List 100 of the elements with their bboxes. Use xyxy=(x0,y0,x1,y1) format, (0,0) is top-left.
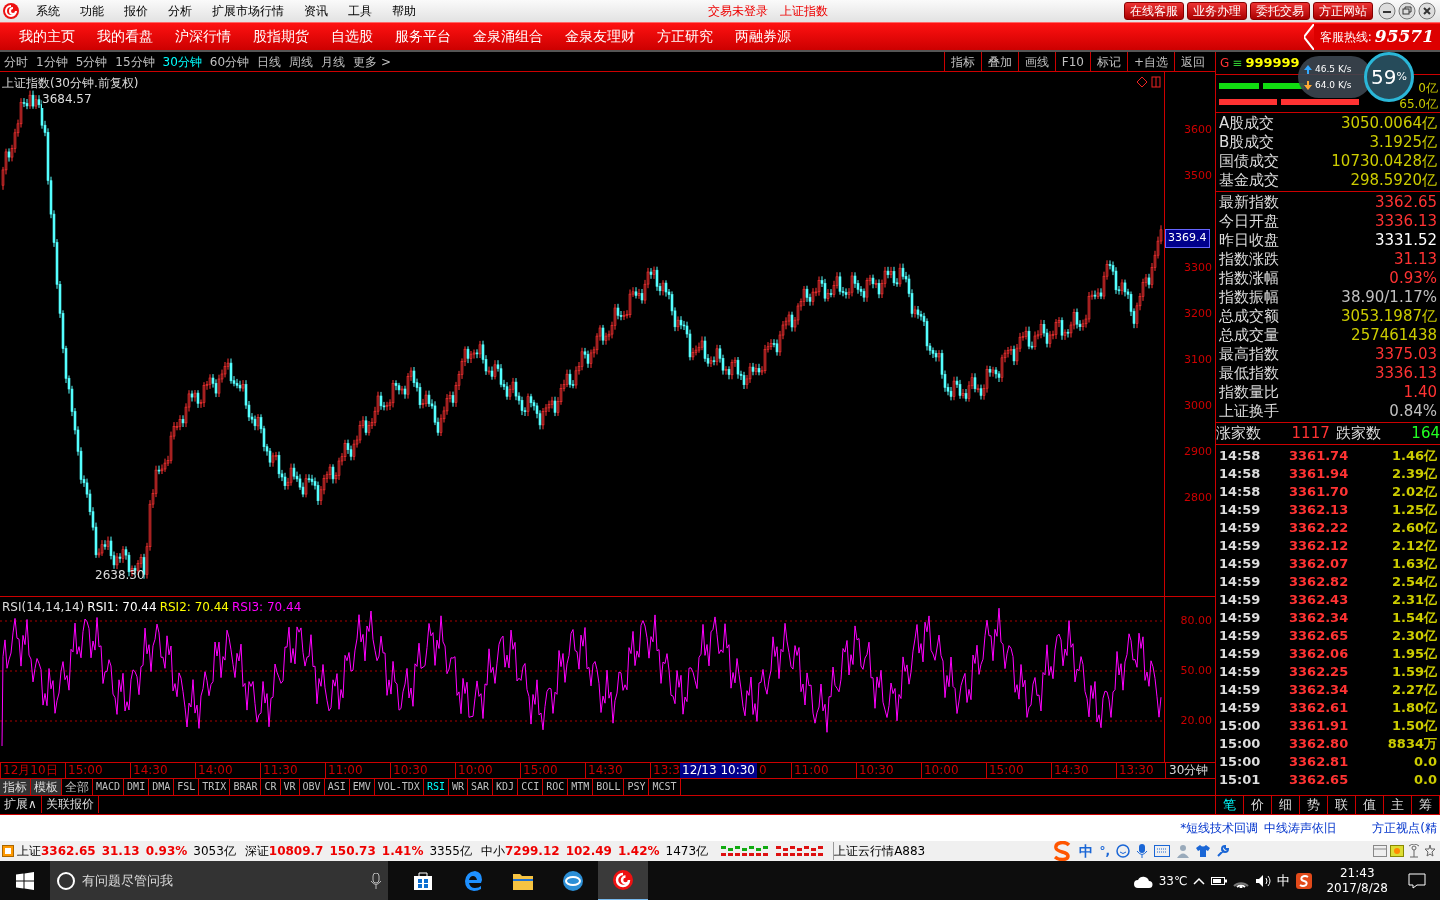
nav-item[interactable]: 方正研究 xyxy=(646,26,724,47)
period-tab[interactable]: 15分钟 xyxy=(111,52,159,71)
app-logo-icon[interactable] xyxy=(612,869,634,891)
period-tab[interactable]: 30分钟 xyxy=(158,52,206,71)
indicator-tab[interactable]: RSI xyxy=(423,779,449,795)
close-icon[interactable] xyxy=(1418,2,1436,20)
diamond-icon[interactable] xyxy=(1136,76,1148,88)
menu-icon[interactable]: ≡ xyxy=(1232,54,1243,72)
indicator-tab[interactable]: ASI xyxy=(324,779,350,795)
chart-tool-button[interactable]: 返回 xyxy=(1174,51,1211,72)
calendar-icon[interactable] xyxy=(1390,845,1404,857)
volume-icon[interactable] xyxy=(1255,874,1272,888)
chart-tool-button[interactable]: F10 xyxy=(1054,51,1090,72)
start-icon[interactable] xyxy=(16,872,34,890)
indicator-tab[interactable]: MCST xyxy=(649,779,681,795)
emoji-icon[interactable] xyxy=(1116,844,1130,858)
period-tab[interactable]: 1分钟 xyxy=(32,52,72,71)
indicator-tab[interactable]: TRIX xyxy=(199,779,231,795)
menu-item[interactable]: 扩展市场行情 xyxy=(202,2,294,20)
battery-icon[interactable] xyxy=(1211,876,1228,886)
toolbar-button[interactable]: 业务办理 xyxy=(1187,2,1247,20)
input-language[interactable]: 中 xyxy=(1277,871,1291,891)
indicator-tab[interactable]: 全部 xyxy=(62,779,93,795)
period-tab[interactable]: 5分钟 xyxy=(71,52,112,71)
period-tab[interactable]: 月线 xyxy=(317,52,350,71)
nav-item[interactable]: 我的看盘 xyxy=(86,26,164,47)
nav-item[interactable]: 服务平台 xyxy=(384,26,462,47)
nav-item[interactable]: 沪深行情 xyxy=(164,26,242,47)
window-icon[interactable] xyxy=(1373,845,1387,857)
indicator-button[interactable]: 指标 xyxy=(0,779,31,795)
indicator-tab[interactable]: BOLL xyxy=(593,779,625,795)
chart-tool-button[interactable]: 叠加 xyxy=(980,51,1018,72)
period-tab[interactable]: 周线 xyxy=(285,52,318,71)
status-icon[interactable] xyxy=(2,845,14,857)
nav-item[interactable]: 金泉友理财 xyxy=(554,26,646,47)
ime-punctuation[interactable]: °, xyxy=(1099,842,1110,860)
menu-item[interactable]: 功能 xyxy=(70,2,114,20)
wrench-icon[interactable] xyxy=(1216,844,1230,858)
microphone-icon[interactable] xyxy=(370,873,382,889)
indicator-tab[interactable]: SAR xyxy=(468,779,494,795)
indicator-tab[interactable]: DMI xyxy=(124,779,150,795)
bottom-tab[interactable]: 关联报价 xyxy=(41,796,99,813)
chevron-up-icon[interactable] xyxy=(1193,877,1206,885)
ime-mode[interactable]: 中 xyxy=(1079,840,1094,862)
menu-item[interactable]: 报价 xyxy=(114,2,158,20)
indicator-tab[interactable]: ROC xyxy=(543,779,569,795)
indicator-tab[interactable]: VR xyxy=(280,779,300,795)
globe-icon[interactable] xyxy=(562,870,584,892)
indicator-tab[interactable]: CCI xyxy=(518,779,544,795)
clock-date[interactable]: 2017/8/28 xyxy=(1326,881,1388,896)
minimize-icon[interactable] xyxy=(1378,2,1396,20)
toolbar-button[interactable]: 方正网站 xyxy=(1313,2,1373,20)
menu-item[interactable]: 分析 xyxy=(158,2,202,20)
nav-item[interactable]: 我的主页 xyxy=(8,26,86,47)
nav-item[interactable]: 股指期货 xyxy=(242,26,320,47)
indicator-tab[interactable]: DMA xyxy=(149,779,175,795)
news-link[interactable]: 中线涛声依旧 xyxy=(1261,819,1340,837)
period-tab[interactable]: 日线 xyxy=(253,52,286,71)
period-tab[interactable]: 更多 > xyxy=(349,52,395,71)
nav-item[interactable]: 金泉涌组合 xyxy=(462,26,554,47)
menu-item[interactable]: 系统 xyxy=(26,2,70,20)
indicator-tab[interactable]: OBV xyxy=(299,779,325,795)
microphone-icon[interactable] xyxy=(1136,844,1148,858)
indicator-tab[interactable]: BRAR xyxy=(230,779,262,795)
toolbar-button[interactable]: 委托交易 xyxy=(1250,2,1310,20)
indicator-tab[interactable]: PSY xyxy=(624,779,650,795)
chart-tool-button[interactable]: +自选 xyxy=(1126,51,1174,72)
panel-icon[interactable] xyxy=(1151,76,1161,88)
clock-time[interactable]: 21:43 xyxy=(1339,866,1375,881)
indicator-button[interactable]: 模板 xyxy=(31,779,62,795)
shirt-icon[interactable] xyxy=(1196,844,1210,858)
indicator-tab[interactable]: MTM xyxy=(568,779,594,795)
bottom-tab[interactable]: 扩展∧ xyxy=(0,796,42,813)
news-link[interactable]: 方正视点(精 xyxy=(1369,819,1440,837)
nav-item[interactable]: 自选股 xyxy=(320,26,384,47)
browser-icon[interactable] xyxy=(462,870,484,892)
keyboard-icon[interactable] xyxy=(1154,845,1170,857)
notification-icon[interactable] xyxy=(1408,873,1426,889)
menu-item[interactable]: 工具 xyxy=(338,2,382,20)
menu-item[interactable]: 帮助 xyxy=(382,2,426,20)
indicator-tab[interactable]: CR xyxy=(261,779,281,795)
antenna-icon[interactable] xyxy=(1407,844,1421,858)
store-icon[interactable] xyxy=(412,870,434,892)
toolbar-button[interactable]: 在线客服 xyxy=(1124,2,1184,20)
chart-tool-button[interactable]: 指标 xyxy=(943,51,981,72)
indicator-tab[interactable]: KDJ xyxy=(493,779,519,795)
period-tab[interactable]: 分时 xyxy=(0,52,32,71)
news-link[interactable]: *短线技术回调 xyxy=(1177,819,1262,837)
nav-item[interactable]: 两融券源 xyxy=(724,26,802,47)
ime-logo-icon[interactable] xyxy=(1296,873,1313,889)
menu-item[interactable]: 资讯 xyxy=(294,2,338,20)
indicator-tab[interactable]: EMV xyxy=(349,779,375,795)
indicator-tab[interactable]: FSL xyxy=(174,779,200,795)
indicator-tab[interactable]: VOL-TDX xyxy=(374,779,424,795)
chart-tool-button[interactable]: 画线 xyxy=(1017,51,1055,72)
indicator-tab[interactable]: WR xyxy=(448,779,468,795)
search-field[interactable]: 有问题尽管问我 xyxy=(50,861,388,900)
chart-tool-button[interactable]: 标记 xyxy=(1089,51,1127,72)
period-tab[interactable]: 60分钟 xyxy=(205,52,254,71)
indicator-tab[interactable]: MACD xyxy=(93,779,125,795)
